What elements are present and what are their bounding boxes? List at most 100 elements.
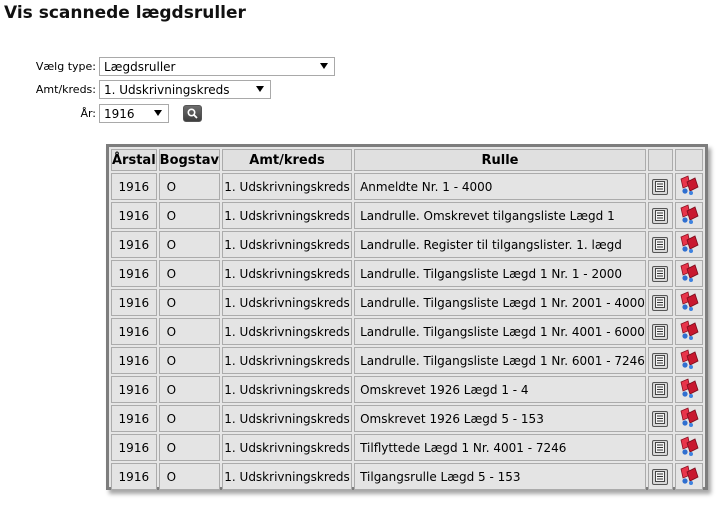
rolls-table-container: Årstal Bogstav Amt/kreds Rulle 1916 O 1. U… <box>106 144 708 490</box>
cell-letter: O <box>158 405 221 432</box>
cell-amt: 1. Udskrivningskreds <box>222 463 353 490</box>
cell-letter: O <box>158 463 221 490</box>
table-row: 1916 O 1. Udskrivningskreds Landrulle. Regi… <box>111 231 703 258</box>
cell-rulle: Landrulle. Omskrevet tilgangsliste Lægd … <box>354 202 646 229</box>
cell-year: 1916 <box>111 260 157 287</box>
cell-year: 1916 <box>111 347 157 374</box>
red-flags-icon[interactable] <box>678 261 700 286</box>
column-header-rulle: Rulle <box>354 149 646 171</box>
cell-year: 1916 <box>111 463 157 490</box>
table-row: 1916 O 1. Udskrivningskreds Landrulle. Omsk… <box>111 202 703 229</box>
cell-rulle: Landrulle. Tilgangsliste Lægd 1 Nr. 6001… <box>354 347 646 374</box>
red-flags-icon[interactable] <box>678 232 700 257</box>
red-flags-icon[interactable] <box>678 406 700 431</box>
cell-amt: 1. Udskrivningskreds <box>222 376 353 403</box>
cell-letter: O <box>158 318 221 345</box>
download-cell <box>674 318 703 345</box>
cell-year: 1916 <box>111 231 157 258</box>
view-cell <box>647 434 673 461</box>
cell-amt: 1. Udskrivningskreds <box>222 173 353 200</box>
document-icon[interactable] <box>652 236 669 253</box>
document-icon[interactable] <box>652 439 669 456</box>
amt-select[interactable]: 1. Udskrivningskreds <box>99 80 271 99</box>
view-cell <box>647 260 673 287</box>
year-select-value: 1916 <box>104 107 135 121</box>
year-filter-row: År: 1916 <box>0 104 202 123</box>
download-cell <box>674 376 703 403</box>
type-select[interactable]: Lægdsruller <box>99 57 335 76</box>
view-cell <box>647 463 673 490</box>
cell-amt: 1. Udskrivningskreds <box>222 347 353 374</box>
document-icon[interactable] <box>652 352 669 369</box>
table-row: 1916 O 1. Udskrivningskreds Omskrevet 1926 … <box>111 376 703 403</box>
column-header-download <box>674 149 703 171</box>
table-row: 1916 O 1. Udskrivningskreds Tilflyttede Læg… <box>111 434 703 461</box>
column-header-year: Årstal <box>111 149 157 171</box>
document-icon[interactable] <box>652 207 669 224</box>
cell-amt: 1. Udskrivningskreds <box>222 434 353 461</box>
document-icon[interactable] <box>652 323 669 340</box>
year-select[interactable]: 1916 <box>99 104 169 123</box>
column-header-amt: Amt/kreds <box>222 149 353 171</box>
column-header-letter: Bogstav <box>158 149 221 171</box>
document-icon[interactable] <box>652 381 669 398</box>
amt-filter-row: Amt/kreds: 1. Udskrivningskreds <box>0 80 271 99</box>
chevron-down-icon <box>154 110 162 116</box>
document-icon[interactable] <box>652 468 669 485</box>
cell-year: 1916 <box>111 376 157 403</box>
cell-year: 1916 <box>111 173 157 200</box>
table-row: 1916 O 1. Udskrivningskreds Landrulle. Tilg… <box>111 289 703 316</box>
download-cell <box>674 434 703 461</box>
cell-rulle: Landrulle. Register til tilgangslister. … <box>354 231 646 258</box>
cell-year: 1916 <box>111 405 157 432</box>
cell-rulle: Tilflyttede Lægd 1 Nr. 4001 - 7246 <box>354 434 646 461</box>
view-cell <box>647 289 673 316</box>
document-icon[interactable] <box>652 294 669 311</box>
cell-letter: O <box>158 202 221 229</box>
red-flags-icon[interactable] <box>678 319 700 344</box>
table-row: 1916 O 1. Udskrivningskreds Omskrevet 1926 … <box>111 405 703 432</box>
table-row: 1916 O 1. Udskrivningskreds Tilgangsrulle L… <box>111 463 703 490</box>
red-flags-icon[interactable] <box>678 348 700 373</box>
red-flags-icon[interactable] <box>678 174 700 199</box>
download-cell <box>674 260 703 287</box>
red-flags-icon[interactable] <box>678 290 700 315</box>
view-cell <box>647 318 673 345</box>
document-icon[interactable] <box>652 265 669 282</box>
download-cell <box>674 405 703 432</box>
type-select-value: Lægdsruller <box>104 60 176 74</box>
cell-rulle: Omskrevet 1926 Lægd 5 - 153 <box>354 405 646 432</box>
cell-letter: O <box>158 434 221 461</box>
table-row: 1916 O 1. Udskrivningskreds Landrulle. Tilg… <box>111 318 703 345</box>
amt-select-value: 1. Udskrivningskreds <box>104 83 230 97</box>
view-cell <box>647 376 673 403</box>
cell-letter: O <box>158 260 221 287</box>
cell-year: 1916 <box>111 434 157 461</box>
red-flags-icon[interactable] <box>678 435 700 460</box>
chevron-down-icon <box>320 63 328 69</box>
cell-rulle: Tilgangsrulle Lægd 5 - 153 <box>354 463 646 490</box>
document-icon[interactable] <box>652 410 669 427</box>
download-cell <box>674 202 703 229</box>
red-flags-icon[interactable] <box>678 203 700 228</box>
table-header-row: Årstal Bogstav Amt/kreds Rulle <box>111 149 703 171</box>
type-filter-row: Vælg type: Lægdsruller <box>0 57 335 76</box>
download-cell <box>674 231 703 258</box>
search-button[interactable] <box>183 105 202 122</box>
download-cell <box>674 289 703 316</box>
cell-year: 1916 <box>111 289 157 316</box>
cell-amt: 1. Udskrivningskreds <box>222 231 353 258</box>
cell-amt: 1. Udskrivningskreds <box>222 318 353 345</box>
download-cell <box>674 173 703 200</box>
cell-rulle: Landrulle. Tilgangsliste Lægd 1 Nr. 2001… <box>354 289 646 316</box>
cell-amt: 1. Udskrivningskreds <box>222 202 353 229</box>
cell-year: 1916 <box>111 202 157 229</box>
red-flags-icon[interactable] <box>678 464 700 489</box>
document-icon[interactable] <box>652 178 669 195</box>
search-icon <box>187 108 198 119</box>
cell-amt: 1. Udskrivningskreds <box>222 260 353 287</box>
table-row: 1916 O 1. Udskrivningskreds Anmeldte Nr. 1 … <box>111 173 703 200</box>
red-flags-icon[interactable] <box>678 377 700 402</box>
amt-label: Amt/kreds: <box>35 83 96 96</box>
page-title: Vis scannede lægdsruller <box>4 3 246 23</box>
